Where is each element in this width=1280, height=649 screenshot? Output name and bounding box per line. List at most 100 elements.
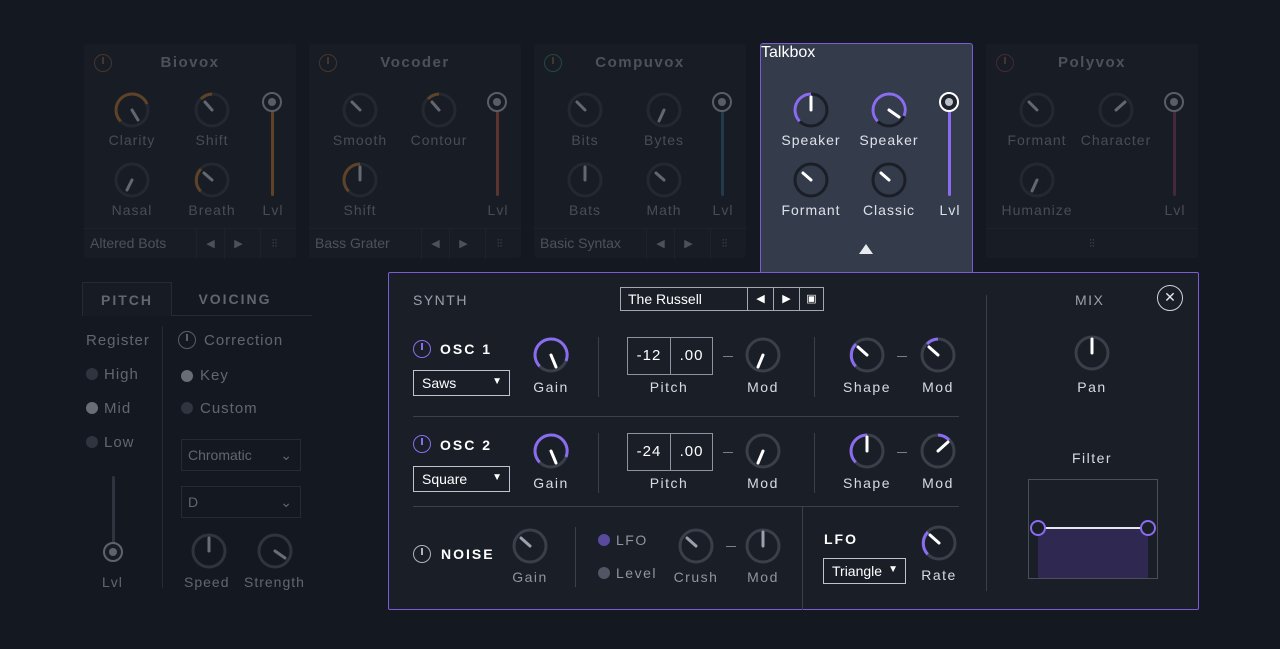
- power-icon[interactable]: [413, 435, 431, 453]
- mixer-icon[interactable]: ⫶⫶: [485, 229, 513, 259]
- formant-knob[interactable]: [1017, 90, 1057, 130]
- register-option[interactable]: High: [104, 366, 139, 383]
- tab-voicing[interactable]: VOICING: [182, 282, 288, 316]
- smooth-knob[interactable]: [340, 90, 380, 130]
- osc1-shape-mod-knob[interactable]: [918, 335, 958, 375]
- classic-knob[interactable]: [869, 160, 909, 200]
- level-slider-track[interactable]: [721, 110, 724, 196]
- module-vocoder[interactable]: Vocoder Smooth Contour Shift Lvl Bass Gr…: [309, 44, 521, 259]
- level-slider-track[interactable]: [948, 110, 951, 196]
- osc2-wave-select[interactable]: Square ▼: [413, 466, 510, 492]
- filter-graph[interactable]: [1028, 479, 1158, 579]
- math-knob[interactable]: [644, 160, 684, 200]
- bytes-knob[interactable]: [644, 90, 684, 130]
- preset-name[interactable]: Altered Bots: [90, 235, 166, 251]
- osc2-pitch-mod-knob[interactable]: [743, 431, 783, 471]
- next-arrow-icon[interactable]: ▶: [224, 229, 252, 259]
- bits-knob[interactable]: [565, 90, 605, 130]
- osc2-gain-knob[interactable]: [531, 431, 571, 471]
- level-slider-thumb[interactable]: [262, 92, 282, 112]
- noise-gain-knob[interactable]: [510, 526, 550, 566]
- character-knob[interactable]: [1096, 90, 1136, 130]
- osc1-pitch-box[interactable]: -12.00: [627, 337, 713, 375]
- correction-radio-key[interactable]: [181, 370, 193, 382]
- level-slider-thumb[interactable]: [1164, 92, 1184, 112]
- humanize-knob[interactable]: [1017, 160, 1057, 200]
- prev-arrow-icon[interactable]: ◀: [747, 288, 773, 310]
- register-option[interactable]: Low: [104, 434, 135, 451]
- correction-option[interactable]: Custom: [200, 400, 258, 417]
- osc1-wave-select[interactable]: Saws ▼: [413, 370, 510, 396]
- key-select[interactable]: D ⌄: [181, 486, 301, 518]
- preset-name[interactable]: Basic Syntax: [540, 235, 621, 251]
- nasal-knob[interactable]: [112, 160, 152, 200]
- next-arrow-icon[interactable]: ▶: [773, 288, 799, 310]
- osc1-shape-knob[interactable]: [847, 335, 887, 375]
- level-slider-thumb[interactable]: [487, 92, 507, 112]
- power-icon[interactable]: [178, 331, 196, 349]
- preset-name[interactable]: Bass Grater: [315, 235, 390, 251]
- noise-crush-knob[interactable]: [676, 526, 716, 566]
- speaker-knob[interactable]: [791, 90, 831, 130]
- lvl-slider-thumb[interactable]: [103, 542, 123, 562]
- next-arrow-icon[interactable]: ▶: [449, 229, 477, 259]
- osc2-shape-knob[interactable]: [847, 431, 887, 471]
- formant-knob[interactable]: [791, 160, 831, 200]
- correction-radio-custom[interactable]: [181, 402, 193, 414]
- speaker-knob-2[interactable]: [869, 90, 909, 130]
- filter-handle-high[interactable]: [1140, 520, 1156, 536]
- register-radio-high[interactable]: [86, 368, 98, 380]
- shift-knob[interactable]: [340, 160, 380, 200]
- level-slider-track[interactable]: [1173, 110, 1176, 196]
- level-slider-track[interactable]: [271, 110, 274, 196]
- osc2-pitch-semitones[interactable]: -24: [628, 434, 670, 470]
- close-icon[interactable]: ✕: [1157, 285, 1183, 311]
- tab-pitch[interactable]: PITCH: [82, 282, 172, 316]
- power-icon[interactable]: [413, 545, 431, 563]
- register-radio-mid[interactable]: [86, 402, 98, 414]
- pan-knob[interactable]: [1072, 333, 1112, 373]
- contour-knob[interactable]: [419, 90, 459, 130]
- module-biovox[interactable]: Biovox Clarity Shift Nasal Breath Lvl Al…: [84, 44, 296, 259]
- mixer-icon[interactable]: ⫶⫶: [710, 229, 738, 259]
- osc2-pitch-fine[interactable]: .00: [670, 434, 712, 470]
- shift-knob[interactable]: [192, 90, 232, 130]
- module-talkbox[interactable]: Talkbox Speaker Speaker Formant Classic …: [760, 43, 973, 273]
- mixer-icon[interactable]: ⫶⫶: [260, 229, 288, 259]
- prev-arrow-icon[interactable]: ◀: [196, 229, 224, 259]
- next-arrow-icon[interactable]: ▶: [674, 229, 702, 259]
- level-slider-thumb[interactable]: [939, 92, 959, 112]
- save-icon[interactable]: ▣: [799, 288, 823, 310]
- register-option[interactable]: Mid: [104, 400, 131, 417]
- lfo-rate-knob[interactable]: [919, 523, 959, 563]
- mixer-icon[interactable]: ⫶⫶: [1078, 229, 1106, 259]
- power-icon[interactable]: [413, 340, 431, 358]
- speed-knob[interactable]: [189, 531, 229, 571]
- filter-curve[interactable]: [1029, 480, 1158, 579]
- filter-handle-low[interactable]: [1030, 520, 1046, 536]
- level-slider-thumb[interactable]: [712, 92, 732, 112]
- lvl-slider-track[interactable]: [112, 476, 115, 552]
- osc1-pitch-mod-knob[interactable]: [743, 335, 783, 375]
- level-slider-track[interactable]: [496, 110, 499, 196]
- osc1-pitch-fine[interactable]: .00: [670, 338, 712, 374]
- module-polyvox[interactable]: Polyvox Formant Character Humanize Lvl ⫶…: [986, 44, 1198, 258]
- register-radio-low[interactable]: [86, 436, 98, 448]
- prev-arrow-icon[interactable]: ◀: [421, 229, 449, 259]
- preset-name[interactable]: The Russell: [621, 288, 747, 310]
- prev-arrow-icon[interactable]: ◀: [646, 229, 674, 259]
- breath-knob[interactable]: [192, 160, 232, 200]
- scale-select[interactable]: Chromatic ⌄: [181, 439, 301, 471]
- noise-level-radio[interactable]: [598, 567, 610, 579]
- noise-lfo-radio[interactable]: [598, 534, 610, 546]
- strength-knob[interactable]: [255, 531, 295, 571]
- osc1-pitch-semitones[interactable]: -12: [628, 338, 670, 374]
- osc2-pitch-box[interactable]: -24.00: [627, 433, 713, 471]
- bats-knob[interactable]: [565, 160, 605, 200]
- correction-option[interactable]: Key: [200, 367, 229, 384]
- noise-lfo-option[interactable]: LFO: [616, 532, 648, 548]
- osc1-gain-knob[interactable]: [531, 335, 571, 375]
- noise-mod-knob[interactable]: [743, 526, 783, 566]
- clarity-knob[interactable]: [112, 90, 152, 130]
- module-compuvox[interactable]: Compuvox Bits Bytes Bats Math Lvl Basic …: [534, 44, 746, 259]
